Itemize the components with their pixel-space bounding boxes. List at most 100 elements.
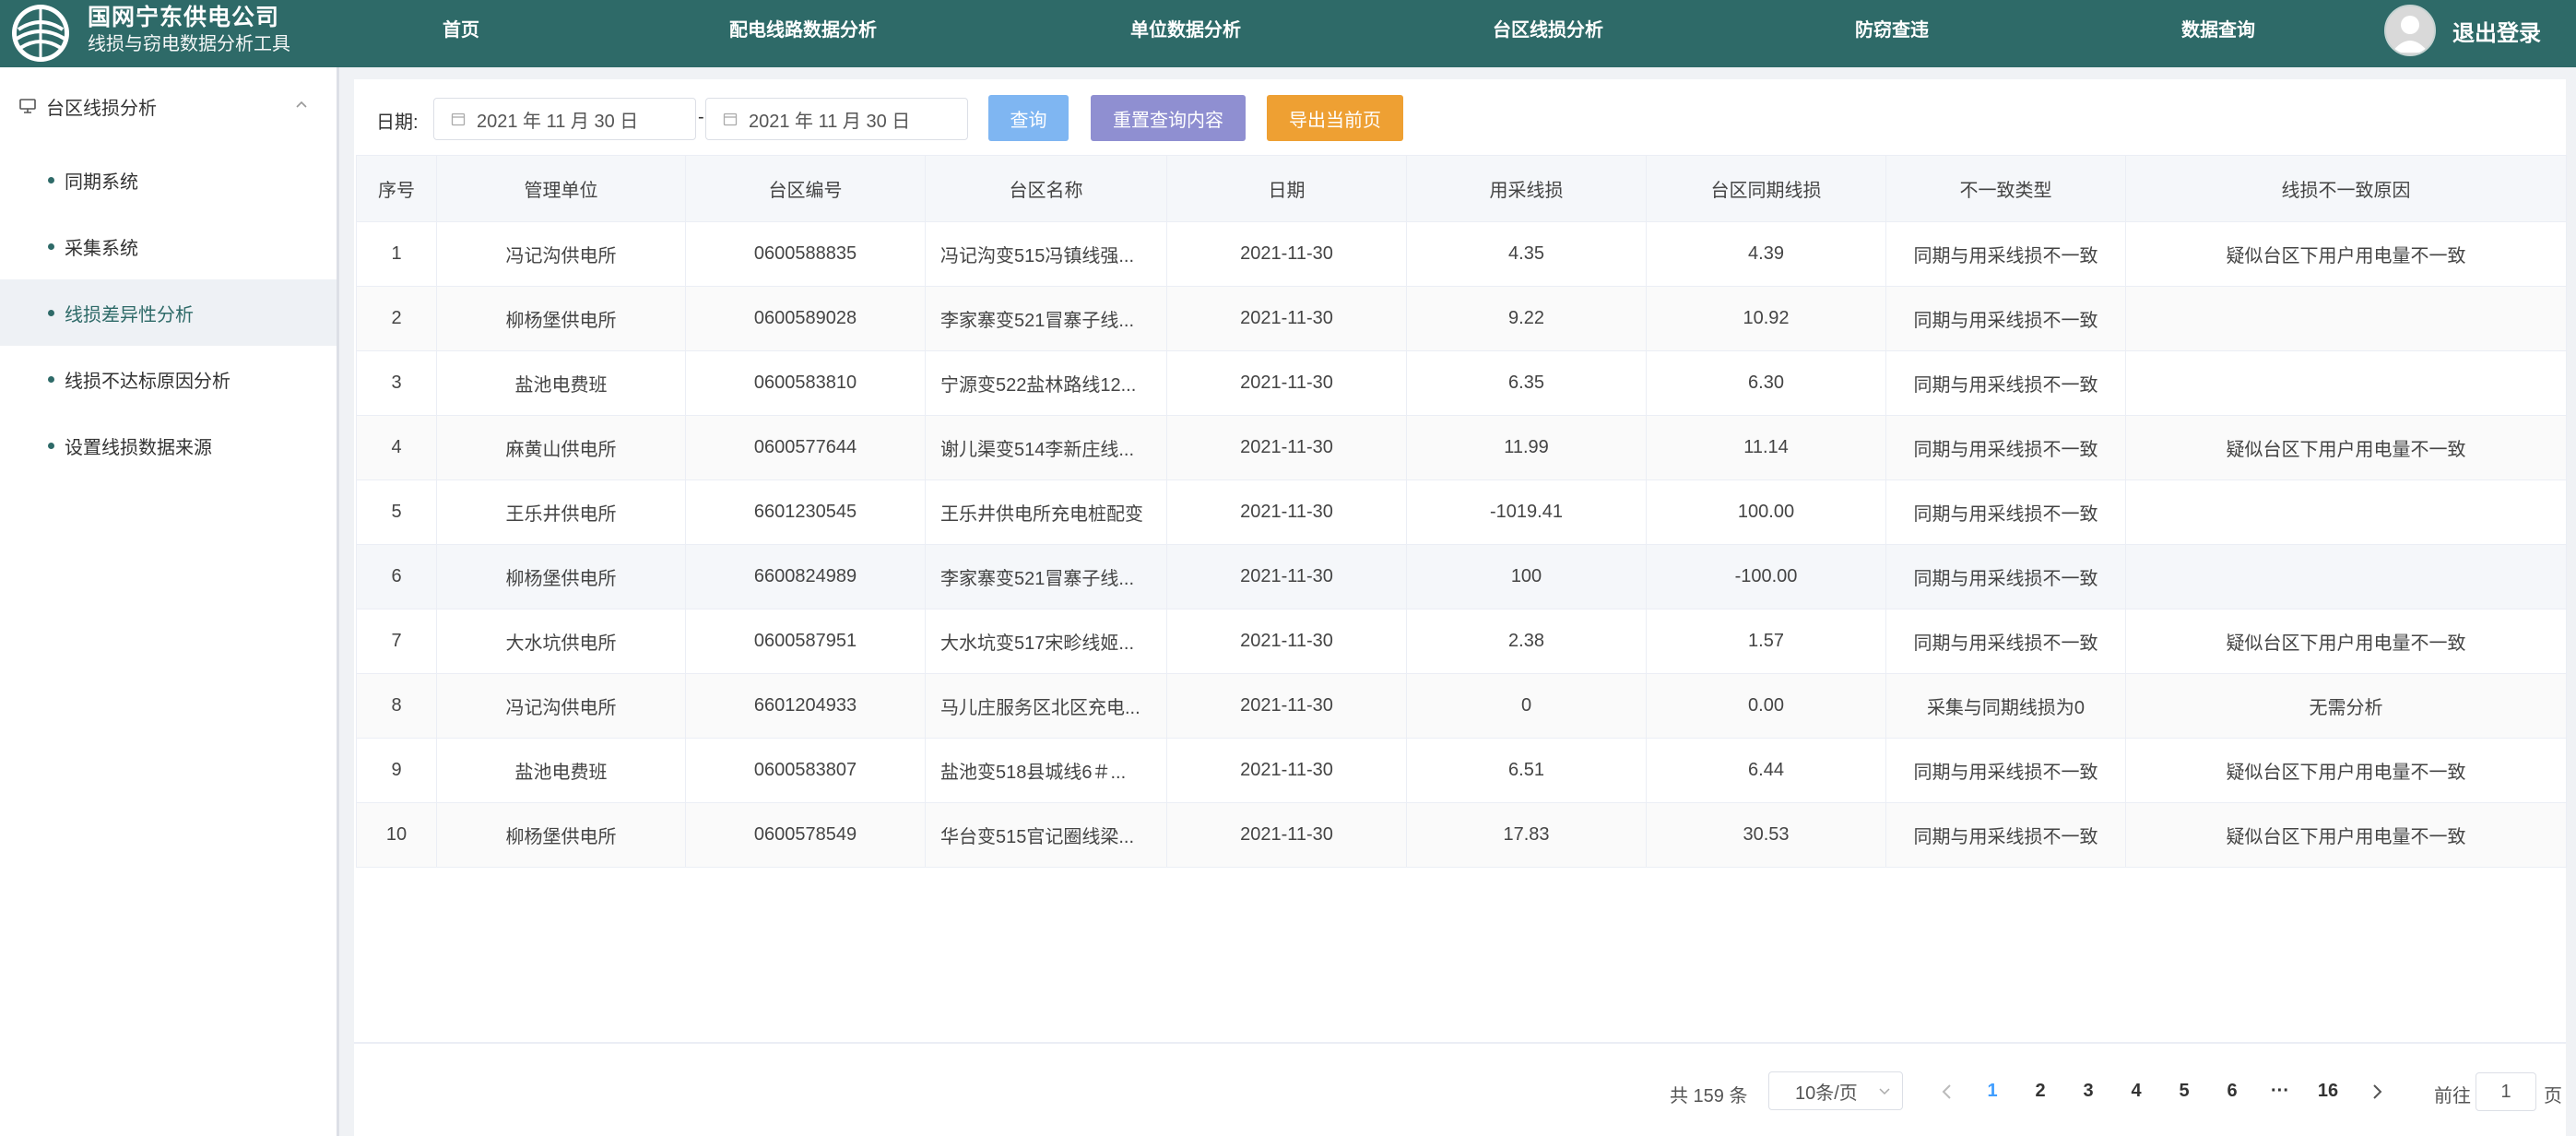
- cell-date: 2021-11-30: [1166, 221, 1407, 287]
- nav-unit-analysis[interactable]: 单位数据分析: [1130, 0, 1241, 61]
- cell-mismatch-type: 同期与用采线损不一致: [1885, 350, 2126, 416]
- sidebar-item-label: 线损差异性分析: [65, 304, 194, 325]
- cell-sync-loss: 6.30: [1646, 350, 1886, 416]
- avatar[interactable]: [2384, 5, 2436, 56]
- cell-mismatch-reason: [2125, 286, 2567, 351]
- cell-area-id: 0600577644: [685, 415, 926, 480]
- cell-unit: 王乐井供电所: [436, 479, 686, 545]
- page-6[interactable]: 6: [2218, 1081, 2246, 1102]
- cell-unit: 盐池电费班: [436, 350, 686, 416]
- nav-anti-theft[interactable]: 防窃查违: [1855, 0, 1929, 61]
- sidebar-item-sync-system[interactable]: 同期系统: [0, 147, 337, 213]
- cell-index: 3: [356, 350, 437, 416]
- cell-date: 2021-11-30: [1166, 738, 1407, 803]
- cell-mismatch-reason: 疑似台区下用户用电量不一致: [2125, 738, 2567, 803]
- cell-sync-loss: -100.00: [1646, 544, 1886, 609]
- sidebar-item-substandard-cause-analysis[interactable]: 线损不达标原因分析: [0, 346, 337, 412]
- user-icon: [2392, 16, 2428, 53]
- reset-query-button[interactable]: 重置查询内容: [1091, 95, 1246, 141]
- goto-page-input[interactable]: 1: [2476, 1072, 2536, 1111]
- table-row[interactable]: 7 大水坑供电所 0600587951 大水坑变517宋畛线姬... 2021-11-3…: [356, 609, 2567, 674]
- cell-mismatch-type: 同期与用采线损不一致: [1885, 415, 2126, 480]
- cell-mismatch-reason: 无需分析: [2125, 673, 2567, 739]
- table-row[interactable]: 10 柳杨堡供电所 0600578549 华台变515官记圈线梁... 2021-11-…: [356, 802, 2567, 868]
- sidebar-item-label: 采集系统: [65, 238, 138, 259]
- bullet-icon: [48, 309, 54, 316]
- chevron-up-icon: [296, 101, 307, 108]
- sidebar-item-label: 设置线损数据来源: [65, 437, 212, 458]
- cell-collect-loss: 6.51: [1406, 738, 1647, 803]
- cell-unit: 柳杨堡供电所: [436, 802, 686, 868]
- table-row[interactable]: 8 冯记沟供电所 6601204933 马儿庄服务区北区充电... 2021-11-30…: [356, 673, 2567, 739]
- cell-collect-loss: 9.22: [1406, 286, 1647, 351]
- export-page-button[interactable]: 导出当前页: [1267, 95, 1403, 141]
- table-row[interactable]: 4 麻黄山供电所 0600577644 谢儿渠变514李新庄线... 2021-11-3…: [356, 415, 2567, 480]
- cell-area-id: 0600589028: [685, 286, 926, 351]
- bullet-icon: [48, 375, 54, 383]
- prev-page-icon[interactable]: [1936, 1081, 1958, 1103]
- end-date-input[interactable]: 2021 年 11 月 30 日: [705, 98, 968, 140]
- table-row[interactable]: 6 柳杨堡供电所 6600824989 李家寨变521冒寨子线... 2021-11-3…: [356, 544, 2567, 609]
- column-header: 管理单位: [436, 155, 686, 222]
- cell-index: 10: [356, 802, 437, 868]
- table-row[interactable]: 1 冯记沟供电所 0600588835 冯记沟变515冯镇线强... 2021-11-3…: [356, 221, 2567, 287]
- cell-area-id: 0600578549: [685, 802, 926, 868]
- loss-table: 序号 管理单位 台区编号 台区名称 日期 用采线损 台区同期线损 不一致类型 线…: [356, 155, 2567, 868]
- cell-area-name: 宁源变522盐林路线12...: [925, 350, 1167, 416]
- table-row[interactable]: 3 盐池电费班 0600583810 宁源变522盐林路线12... 2021-11-3…: [356, 350, 2567, 416]
- sidebar-group-area-line-loss[interactable]: 台区线损分析: [0, 67, 337, 145]
- cell-mismatch-type: 同期与用采线损不一致: [1885, 544, 2126, 609]
- cell-index: 8: [356, 673, 437, 739]
- company-logo-icon: [12, 5, 69, 62]
- cell-area-id: 0600583807: [685, 738, 926, 803]
- cell-mismatch-reason: 疑似台区下用户用电量不一致: [2125, 802, 2567, 868]
- table-row[interactable]: 9 盐池电费班 0600583807 盐池变518县城线6＃... 2021-11-30…: [356, 738, 2567, 803]
- cell-date: 2021-11-30: [1166, 350, 1407, 416]
- start-date-input[interactable]: 2021 年 11 月 30 日: [433, 98, 696, 140]
- cell-date: 2021-11-30: [1166, 544, 1407, 609]
- page-1[interactable]: 1: [1979, 1081, 2006, 1102]
- nav-home[interactable]: 首页: [443, 0, 479, 61]
- bullet-icon: [48, 243, 54, 250]
- page-2[interactable]: 2: [2027, 1081, 2054, 1102]
- column-header: 不一致类型: [1885, 155, 2126, 222]
- nav-distribution-line-analysis[interactable]: 配电线路数据分析: [729, 0, 877, 61]
- cell-date: 2021-11-30: [1166, 479, 1407, 545]
- logout-button[interactable]: 退出登录: [2452, 15, 2541, 47]
- page-size-select[interactable]: 10条/页: [1768, 1071, 1903, 1110]
- cell-sync-loss: 11.14: [1646, 415, 1886, 480]
- table-row[interactable]: 2 柳杨堡供电所 0600589028 李家寨变521冒寨子线... 2021-11-3…: [356, 286, 2567, 351]
- cell-unit: 麻黄山供电所: [436, 415, 686, 480]
- nav-data-query[interactable]: 数据查询: [2181, 0, 2255, 61]
- date-separator: -: [698, 107, 704, 127]
- company-name: 国网宁东供电公司: [88, 5, 280, 30]
- next-page-icon[interactable]: [2366, 1081, 2388, 1103]
- page-16[interactable]: 16: [2314, 1081, 2342, 1102]
- nav-area-line-loss[interactable]: 台区线损分析: [1493, 0, 1603, 61]
- cell-unit: 柳杨堡供电所: [436, 544, 686, 609]
- page-5[interactable]: 5: [2170, 1081, 2198, 1102]
- page-4[interactable]: 4: [2122, 1081, 2150, 1102]
- cell-area-id: 6601204933: [685, 673, 926, 739]
- cell-mismatch-type: 同期与用采线损不一致: [1885, 221, 2126, 287]
- page-ellipsis[interactable]: ···: [2266, 1081, 2294, 1102]
- bullet-icon: [48, 176, 54, 183]
- cell-mismatch-reason: [2125, 479, 2567, 545]
- query-button[interactable]: 查询: [988, 95, 1069, 141]
- chevron-down-icon: [1879, 1088, 1890, 1095]
- table-row[interactable]: 5 王乐井供电所 6601230545 王乐井供电所充电桩配变 2021-11-30 -1…: [356, 479, 2567, 545]
- sidebar-item-collection-system[interactable]: 采集系统: [0, 213, 337, 279]
- page-3[interactable]: 3: [2074, 1081, 2102, 1102]
- cell-unit: 冯记沟供电所: [436, 221, 686, 287]
- cell-sync-loss: 1.57: [1646, 609, 1886, 674]
- cell-index: 9: [356, 738, 437, 803]
- cell-collect-loss: 2.38: [1406, 609, 1647, 674]
- sidebar-item-loss-difference-analysis[interactable]: 线损差异性分析: [0, 279, 337, 346]
- cell-area-name: 谢儿渠变514李新庄线...: [925, 415, 1167, 480]
- cell-collect-loss: 100: [1406, 544, 1647, 609]
- cell-area-name: 王乐井供电所充电桩配变: [925, 479, 1167, 545]
- cell-collect-loss: 0: [1406, 673, 1647, 739]
- sidebar-item-set-data-source[interactable]: 设置线损数据来源: [0, 412, 337, 479]
- cell-index: 2: [356, 286, 437, 351]
- column-header: 序号: [356, 155, 437, 222]
